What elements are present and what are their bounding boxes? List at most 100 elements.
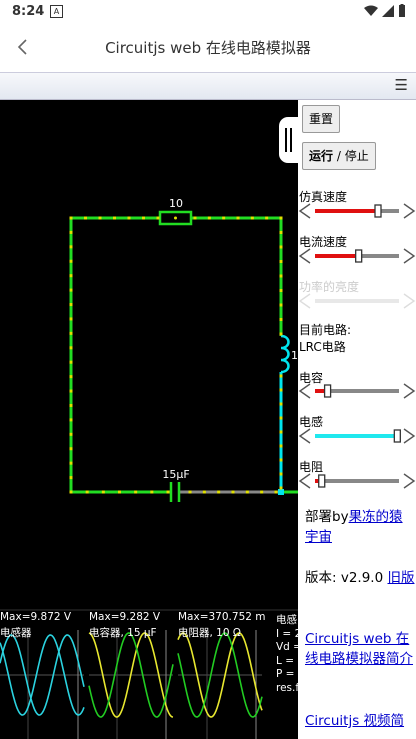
current-dot: [279, 388, 283, 392]
old-version-link[interactable]: 旧版: [387, 570, 414, 586]
current-dot: [166, 490, 170, 494]
notification-icon: A: [50, 5, 63, 18]
current-dot: [279, 430, 283, 434]
slider-knob[interactable]: [318, 474, 326, 488]
current-dot: [69, 216, 73, 220]
current-dot: [69, 303, 73, 307]
current-dot: [279, 274, 283, 278]
current-dot: [127, 216, 131, 220]
slider-knob[interactable]: [393, 429, 401, 443]
current-dot: [279, 472, 283, 476]
slider-left-arrow[interactable]: [298, 428, 311, 444]
current-dot: [69, 461, 73, 465]
slider-right-arrow[interactable]: [403, 473, 416, 489]
run-label: 运行: [309, 149, 334, 163]
panel-toggle-handle[interactable]: [279, 117, 299, 163]
current-dot: [188, 490, 192, 494]
slider-left-arrow[interactable]: [298, 383, 311, 399]
current-dot: [217, 490, 221, 494]
scope-2-name: 电容器, 15 μF: [89, 627, 157, 639]
current-dot: [274, 490, 278, 494]
wifi-icon: [363, 5, 378, 16]
capacitance-slider[interactable]: [298, 381, 416, 401]
current-dot: [69, 274, 73, 278]
reset-button[interactable]: 重置: [302, 105, 341, 133]
resistor-label: 10: [169, 197, 183, 210]
capacitor[interactable]: [169, 482, 181, 502]
current-dot: [193, 216, 197, 220]
current-dot: [113, 216, 116, 220]
slider-left-arrow[interactable]: [298, 473, 311, 489]
slider-left-arrow: [298, 293, 311, 309]
menu-bar: ☰: [0, 72, 416, 100]
slider-left-arrow[interactable]: [298, 248, 311, 264]
current-dot: [279, 444, 283, 448]
slider-right-arrow[interactable]: [403, 383, 416, 399]
current-dot: [279, 486, 283, 490]
scope-1-max: Max=9.872 V: [0, 611, 72, 623]
version-text: 版本: v2.9.0: [305, 570, 388, 586]
current-dot: [231, 490, 235, 494]
battery-icon: [399, 4, 405, 17]
resistance-slider[interactable]: [298, 471, 416, 491]
current-dot: [69, 490, 73, 494]
current-dot: [279, 458, 283, 462]
current-dot: [69, 245, 73, 249]
current-dot: [69, 259, 73, 263]
run-stop-button[interactable]: 运行 / 停止: [302, 142, 376, 170]
current-dot: [85, 490, 89, 494]
scope-capacitor: [88, 630, 174, 739]
current-dot: [279, 289, 283, 292]
current-dot: [279, 416, 283, 420]
current-dot: [98, 216, 102, 220]
current-dot: [69, 317, 73, 321]
slider-right-arrow: [403, 293, 416, 309]
app-bar: Circuitjs web 在线电路模拟器: [0, 24, 416, 70]
current-speed-slider[interactable]: [298, 246, 416, 266]
resistor-dot: [174, 216, 177, 220]
slider-right-arrow[interactable]: [403, 428, 416, 444]
slider-knob[interactable]: [374, 204, 382, 218]
current-dots: [69, 216, 283, 494]
menu-icon[interactable]: ☰: [395, 76, 408, 94]
current-dot: [69, 403, 73, 407]
slider-left-arrow[interactable]: [298, 203, 311, 219]
current-dot: [279, 303, 283, 307]
inductance-slider[interactable]: [298, 426, 416, 446]
current-dot: [69, 331, 73, 335]
slider-knob[interactable]: [323, 384, 332, 398]
current-dot: [69, 418, 73, 422]
current-dot: [150, 490, 154, 494]
scope-3-max: Max=370.752 m: [178, 611, 266, 623]
inductor[interactable]: [280, 334, 290, 374]
current-dot: [260, 490, 264, 494]
capacitor-label: 15μF: [162, 468, 189, 481]
current-circuit-label: 目前电路:: [299, 323, 352, 337]
scope-resistor: [177, 630, 263, 739]
page-title: Circuitjs web 在线电路模拟器: [105, 39, 311, 57]
intro-link-block: Circuitjs web 在线电路模拟器简介: [305, 629, 415, 669]
version-info: 版本: v2.9.0 旧版: [305, 568, 415, 588]
current-dot: [69, 447, 73, 451]
status-time: 8:24: [12, 4, 45, 19]
current-dot: [118, 490, 121, 494]
current-dot: [279, 332, 283, 336]
deploy-prefix: 部署by: [305, 509, 349, 525]
scope-2-max: Max=9.282 V: [89, 611, 161, 623]
video-link[interactable]: Circuitjs 视频简: [305, 713, 404, 729]
signal-icon: [381, 4, 394, 17]
current-dot: [279, 216, 283, 220]
info-line: P = -: [276, 668, 298, 680]
slider-right-arrow[interactable]: [403, 248, 416, 264]
info-panel: 电感 I = 2 Vd = L = 1 P = - res.f: [276, 614, 298, 695]
current-dot: [156, 216, 160, 220]
current-dot: [69, 346, 73, 350]
circuit-canvas[interactable]: 10 15μF 1 Max=9.872 V 电感器 Max=9.282 V 电容…: [0, 100, 298, 739]
control-panel: 重置 运行 / 停止 仿真速度 电流速度 功率的亮度 目前电路: LRC电路 电…: [298, 100, 416, 739]
current-dot: [134, 490, 138, 494]
slider-knob[interactable]: [355, 249, 363, 263]
slider-right-arrow[interactable]: [403, 203, 416, 219]
sim-speed-slider[interactable]: [298, 201, 416, 221]
deploy-credit: 部署by果冻的猿宇宙: [305, 507, 415, 547]
intro-link[interactable]: Circuitjs web 在线电路模拟器简介: [305, 631, 413, 667]
